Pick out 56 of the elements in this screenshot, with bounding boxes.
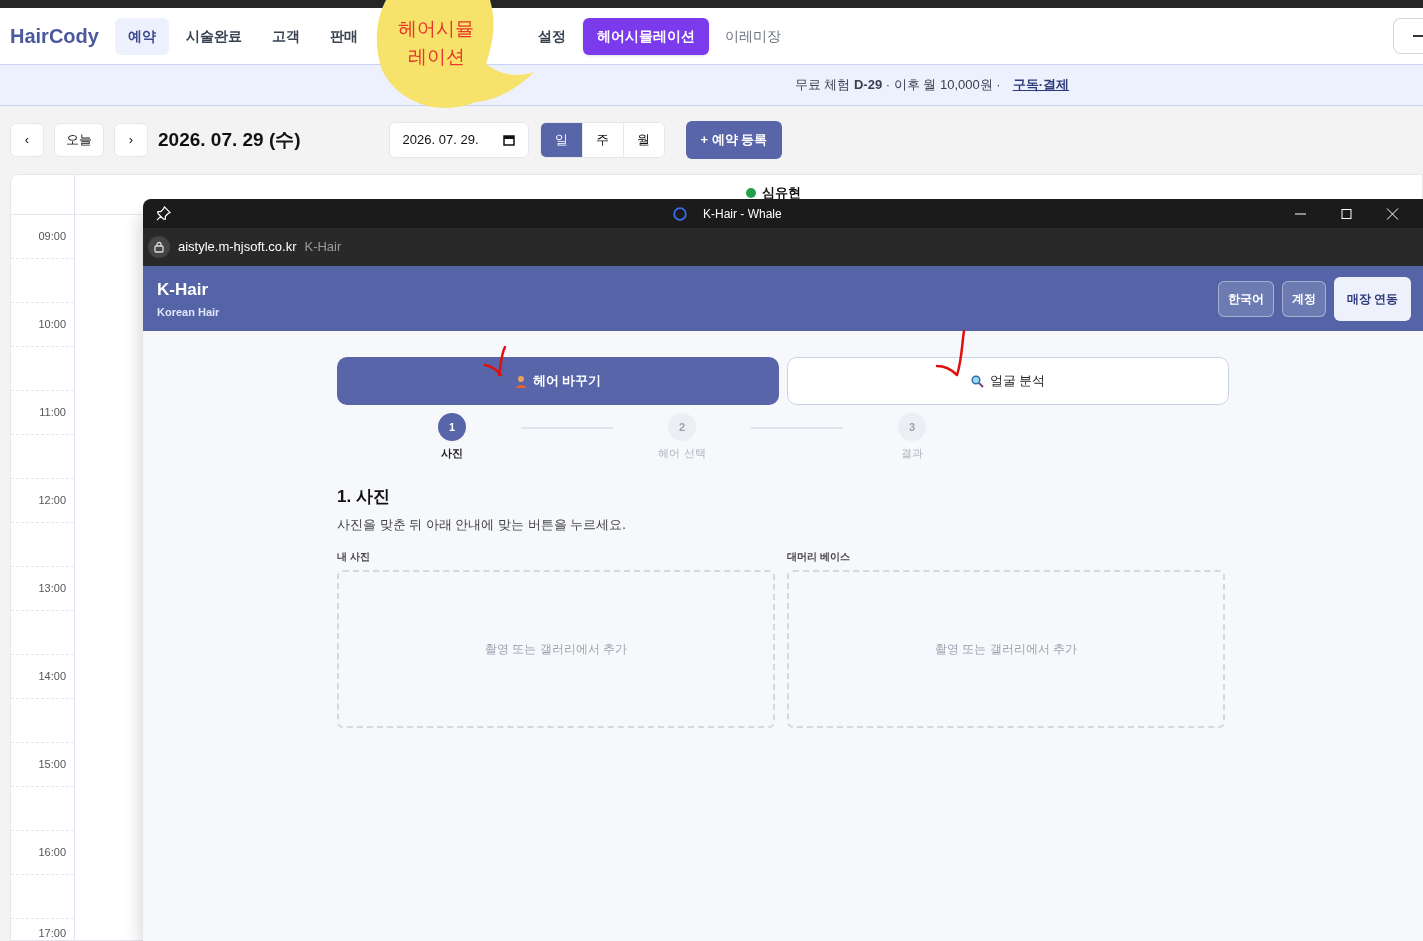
- previous-button[interactable]: ‹: [10, 123, 44, 157]
- section-description: 사진을 맞춘 뒤 아래 안내에 맞는 버튼을 누르세요.: [337, 516, 627, 534]
- person-icon: [514, 374, 527, 388]
- next-button[interactable]: ›: [114, 123, 148, 157]
- lock-icon: [148, 236, 170, 258]
- trial-notice: 무료 체험 D-29 · 이후 월 10,000원 ·: [794, 76, 1001, 95]
- search-icon: [970, 374, 984, 388]
- mode-tab[interactable]: 헤어 바꾸기: [337, 357, 779, 405]
- header-button[interactable]: 매장 연동: [1333, 276, 1411, 321]
- close-icon[interactable]: [1385, 207, 1401, 220]
- simulation-button[interactable]: 헤어시뮬레이션: [582, 17, 709, 55]
- store-name: 이레미장: [723, 26, 782, 46]
- time-label: 11:00: [39, 405, 66, 421]
- app-subtitle: Korean Hair: [157, 305, 220, 320]
- staff-name: 심유현: [762, 186, 801, 200]
- window-title: K-Hair - Whale: [703, 205, 782, 223]
- upload-label: 내 사진: [337, 549, 371, 564]
- view-tab[interactable]: 월: [622, 123, 664, 157]
- time-label: 10:00: [38, 317, 66, 333]
- nav-tab[interactable]: 설정: [524, 17, 579, 55]
- nav-tab[interactable]: 판매: [316, 17, 371, 55]
- mode-tab[interactable]: 얼굴 분석: [787, 357, 1229, 405]
- step-label: 헤어 선택: [658, 446, 706, 461]
- date-field[interactable]: 2026. 07. 29.: [388, 122, 529, 158]
- nav-tab[interactable]: 시술완료: [172, 17, 255, 55]
- section-heading: 1. 사진: [337, 485, 391, 508]
- date-title: 2026. 07. 29 (수): [158, 127, 301, 152]
- handwritten-note: 레이션: [407, 44, 465, 69]
- pin-icon: [156, 206, 171, 221]
- calendar-icon: [502, 134, 515, 146]
- nav-tab[interactable]: 고객: [258, 17, 313, 55]
- app-logo: HairCody: [10, 24, 99, 49]
- view-tab[interactable]: 일: [540, 123, 582, 157]
- step-label: 사진: [441, 446, 463, 461]
- upload-label: 대머리 베이스: [787, 549, 851, 564]
- address-url[interactable]: aistyle.m-hjsoft.co.kr: [178, 237, 297, 257]
- whale-logo-icon: [673, 206, 687, 221]
- view-tab[interactable]: 주: [581, 123, 623, 157]
- time-label: 16:00: [38, 845, 66, 861]
- add-reservation-button[interactable]: + 예약 등록: [685, 121, 783, 159]
- page-title: K-Hair: [304, 238, 342, 257]
- header-button[interactable]: 계정: [1281, 280, 1326, 317]
- time-label: 09:00: [38, 229, 66, 245]
- time-label: 12:00: [38, 493, 66, 509]
- time-label: 15:00: [38, 757, 66, 773]
- maximize-icon[interactable]: [1339, 207, 1355, 220]
- subscribe-link[interactable]: 구독·결제: [1012, 75, 1069, 95]
- time-label: 14:00: [38, 669, 66, 685]
- header-button[interactable]: 한국어: [1217, 280, 1274, 317]
- time-label: 13:00: [38, 581, 66, 597]
- handwritten-note: 헤어시뮬: [398, 16, 474, 41]
- today-button[interactable]: 오늘: [54, 123, 104, 157]
- nav-tab[interactable]: 예약: [114, 17, 169, 55]
- app-title: K-Hair: [157, 278, 209, 301]
- time-label: 17:00: [38, 926, 66, 940]
- step-label: 결과: [901, 446, 923, 461]
